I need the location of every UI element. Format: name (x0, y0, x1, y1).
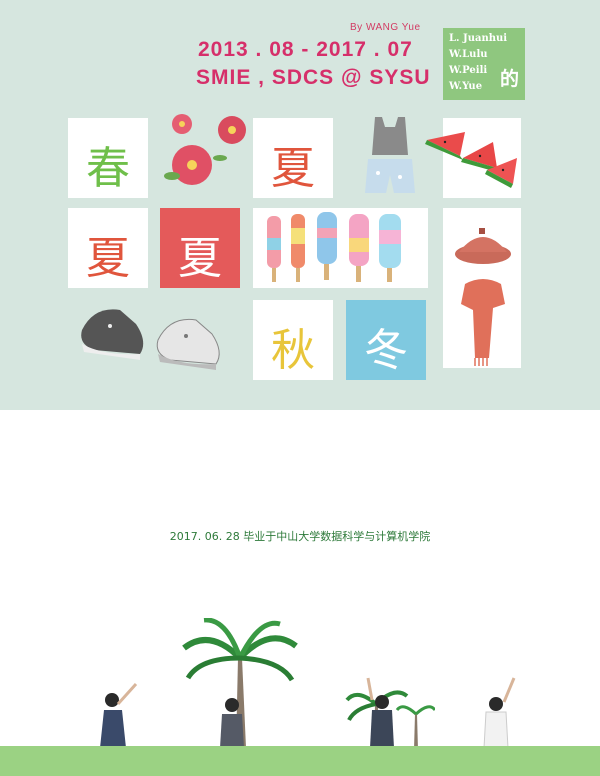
summer-character-red: 夏 (178, 233, 222, 284)
winter-character: 冬 (364, 325, 408, 376)
grass-ground (0, 746, 600, 776)
school-line: SMIE , SDCS @ SYSU (196, 66, 431, 89)
watermelon-illustration (425, 128, 520, 188)
person-1 (96, 680, 140, 748)
sneakers-illustration (74, 300, 234, 384)
names-box: L. Juanhui W.Lulu W.Peili W.Yue 的 (443, 28, 525, 100)
byline: By WANG Yue (350, 22, 421, 33)
person-4 (478, 676, 522, 749)
summer-character-top: 夏 (271, 143, 315, 194)
spring-card: 春 (68, 118, 148, 198)
person-2 (218, 696, 248, 748)
date-range: 2013 . 08 - 2017 . 07 (198, 38, 413, 61)
poster-top-area: By WANG Yue 2013 . 08 - 2017 . 07 SMIE ,… (0, 0, 600, 410)
names-suffix: 的 (500, 68, 520, 90)
name-4: W.Yue (449, 81, 483, 92)
name-2: W.Lulu (449, 49, 488, 60)
popsicles-card (253, 208, 428, 288)
graduation-caption: 2017. 06. 28 毕业于中山大学数据科学与计算机学院 (169, 530, 431, 543)
summer-character-left: 夏 (86, 233, 130, 284)
summer-card-red: 夏 (160, 208, 240, 288)
hat-scarf-card (443, 208, 521, 368)
person-3 (362, 676, 402, 748)
name-3: W.Peili (449, 65, 488, 76)
autumn-card: 秋 (253, 300, 333, 380)
camellia-flowers-illustration (160, 110, 260, 205)
autumn-character: 秋 (271, 325, 315, 376)
summer-card-top: 夏 (253, 118, 333, 198)
clothes-illustration (360, 115, 420, 200)
winter-card: 冬 (346, 300, 426, 380)
spring-character: 春 (86, 143, 130, 194)
name-1: L. Juanhui (449, 33, 508, 44)
summer-card-left: 夏 (68, 208, 148, 288)
